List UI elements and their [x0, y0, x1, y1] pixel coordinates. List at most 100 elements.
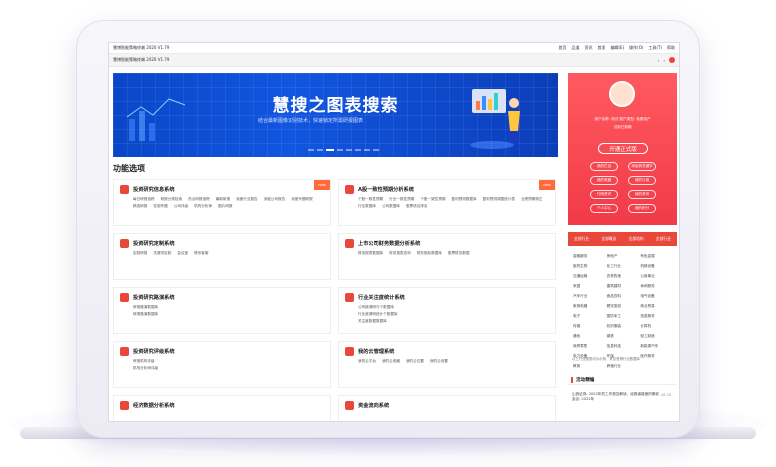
- activity-item[interactable]: 山西证券: 2022年的工作报告解读，经报道增速的期权会议: 2022年: [572, 392, 662, 402]
- card-link[interactable]: 个股一致性预期: [420, 197, 445, 202]
- card-link[interactable]: 我的云平台: [358, 359, 376, 364]
- card-link[interactable]: 机构分析师: [194, 204, 212, 209]
- avatar[interactable]: [609, 81, 635, 107]
- card-link[interactable]: 我的云设置: [430, 359, 448, 364]
- industry-item[interactable]: 采掘: [573, 284, 605, 289]
- industry-item[interactable]: 新能源汽车: [640, 344, 672, 349]
- pager-dot[interactable]: [346, 149, 352, 151]
- industry-item[interactable]: 农林牧渔: [607, 274, 639, 279]
- industry-item[interactable]: 传媒: [573, 324, 605, 329]
- card-research-info[interactable]: new 投资研究信息系统 每日研报追踪 研报分类检索 热点研报追踪 最新研报 深…: [113, 179, 331, 226]
- tab-concept[interactable]: 全部概念: [601, 236, 616, 242]
- card-link[interactable]: 关键词定制: [153, 251, 171, 256]
- record-icon[interactable]: [669, 57, 675, 63]
- forward-icon[interactable]: ›: [663, 58, 665, 63]
- back-icon[interactable]: ‹: [658, 58, 660, 63]
- industry-item[interactable]: 公用事业: [640, 274, 672, 279]
- industry-item[interactable]: 养殖行业: [607, 364, 639, 369]
- user-button[interactable]: 我的积分: [628, 204, 656, 213]
- card-link[interactable]: 定制研报: [133, 251, 147, 256]
- industry-item[interactable]: 商贸零售: [573, 344, 605, 349]
- card-link[interactable]: 深度行业报告: [236, 197, 258, 202]
- industry-item[interactable]: 信息服务: [640, 314, 672, 319]
- industry-item[interactable]: 电气设备: [640, 294, 672, 299]
- card-link[interactable]: 公司数据库: [382, 204, 400, 209]
- card-link[interactable]: 公司被调研与个数据库: [358, 305, 549, 310]
- tab-industry-2[interactable]: 全部行业: [656, 236, 671, 242]
- user-button[interactable]: 个人中心: [590, 204, 618, 213]
- industry-item[interactable]: 轻工制造: [640, 334, 672, 339]
- card-link[interactable]: 行业一致性预期: [389, 197, 414, 202]
- user-button[interactable]: 我的栏目: [590, 162, 618, 171]
- industry-item[interactable]: 商业贸易: [640, 304, 672, 309]
- card-link[interactable]: 精选研报: [133, 204, 147, 209]
- card-link[interactable]: 深度专题研报: [291, 197, 313, 202]
- industry-item[interactable]: 电子: [573, 314, 605, 319]
- industry-item[interactable]: 汽车行业: [573, 294, 605, 299]
- card-link[interactable]: 研报路演数据库: [133, 312, 324, 317]
- menu-item-operate[interactable]: 操作(O): [629, 45, 643, 51]
- banner[interactable]: 慧搜之图表搜索 结合最新图像识别技术，快速锁定所需研报图表: [113, 73, 558, 157]
- card-economic[interactable]: 经济数据分析系统: [113, 395, 331, 421]
- card-link[interactable]: 机构分析师评级: [133, 366, 324, 371]
- user-button[interactable]: 我的订阅: [628, 176, 656, 185]
- pager-dot[interactable]: [373, 149, 379, 151]
- industry-item[interactable]: 通信: [573, 334, 605, 339]
- industry-item[interactable]: 钢铁: [607, 334, 639, 339]
- card-link[interactable]: 财务报表查询: [389, 251, 411, 256]
- industry-item[interactable]: 有色金属: [640, 254, 672, 259]
- card-consensus[interactable]: new A股一致性预期分析系统 个股一致性预期 行业一致性预期 个股一致性预期 …: [338, 179, 556, 226]
- card-link[interactable]: 财务指标数据库: [417, 251, 442, 256]
- industry-item[interactable]: 国防军工: [607, 314, 639, 319]
- tab-institution[interactable]: 全部机构: [629, 236, 644, 242]
- user-button[interactable]: 行研资讯: [590, 190, 618, 199]
- card-link[interactable]: 我的云位置: [406, 359, 424, 364]
- card-link[interactable]: 盈利预测数据库: [451, 197, 476, 202]
- card-link[interactable]: 每日研报追踪: [133, 197, 155, 202]
- card-link[interactable]: 会议室: [177, 251, 188, 256]
- upgrade-button[interactable]: 开通正式版: [598, 143, 648, 154]
- industry-item[interactable]: 金融服务: [573, 254, 605, 259]
- card-link[interactable]: 研报路演数据库: [133, 305, 324, 310]
- industry-item[interactable]: 教育: [573, 364, 605, 369]
- card-cloud[interactable]: 我的云管理系统 我的云平台 我的云收藏 我的云位置 我的云设置: [338, 341, 556, 388]
- menu-item-first[interactable]: 首发: [597, 45, 605, 51]
- card-attention[interactable]: 行业关注度统计系统 公司被调研与个数据库 行业被调研统计个数据库 关注度数据数据…: [338, 287, 556, 334]
- card-capital-flow[interactable]: 资金流向系统: [338, 395, 556, 421]
- menu-item-help[interactable]: 帮助: [667, 45, 675, 51]
- card-link[interactable]: 热点研报追踪: [188, 197, 210, 202]
- card-link[interactable]: 个股一致性预期: [358, 197, 383, 202]
- menu-item-tools[interactable]: 工具(T): [648, 45, 662, 51]
- card-financial[interactable]: 上市公司财务数据分析系统 财务报表数据库 财务报表查询 财务指标数据库 股票财务…: [338, 233, 556, 280]
- pager-dot[interactable]: [317, 149, 323, 151]
- card-custom[interactable]: 投资研究定制系统 定制研报 关键词定制 会议室 联系客服: [113, 233, 331, 280]
- pager-dot[interactable]: [337, 149, 343, 151]
- card-link[interactable]: 研报机构评级: [133, 359, 324, 364]
- industry-item[interactable]: 家用电器: [573, 304, 605, 309]
- user-button[interactable]: 我的资讯: [628, 190, 656, 199]
- industry-item[interactable]: 休闲服务: [640, 284, 672, 289]
- card-link[interactable]: 盈利预测调整统计表: [483, 197, 515, 202]
- pager-dot-active[interactable]: [326, 149, 334, 151]
- industry-item[interactable]: 交通运输: [573, 274, 605, 279]
- card-link[interactable]: 行业被调研统计个数据库: [358, 312, 549, 317]
- industry-item[interactable]: 建筑建材: [607, 284, 639, 289]
- card-link[interactable]: 宏观专题: [153, 204, 167, 209]
- card-link[interactable]: 联系客服: [194, 251, 208, 256]
- card-link[interactable]: 财务报表数据库: [358, 251, 383, 256]
- user-button[interactable]: 添加到关键字: [628, 162, 656, 171]
- pager-dot[interactable]: [308, 149, 314, 151]
- industry-item[interactable]: 化工行业: [607, 264, 639, 269]
- industry-item[interactable]: 信息科技: [607, 344, 639, 349]
- industry-item[interactable]: 房地产: [607, 254, 639, 259]
- card-link[interactable]: 行业数据库: [358, 204, 376, 209]
- menu-item-news[interactable]: 资讯: [584, 45, 592, 51]
- pager-dot[interactable]: [355, 149, 361, 151]
- pager-dot[interactable]: [364, 149, 370, 151]
- card-link[interactable]: 股票综合排名: [406, 204, 428, 209]
- tab-industry[interactable]: 全部行业: [574, 236, 589, 242]
- card-link[interactable]: 我的云收藏: [382, 359, 400, 364]
- industry-item[interactable]: 计算机: [640, 324, 672, 329]
- menu-item-edit[interactable]: 编辑(E): [610, 45, 624, 51]
- card-roadshow[interactable]: 投资研究路演系统 研报路演数据库 研报路演数据库: [113, 287, 331, 334]
